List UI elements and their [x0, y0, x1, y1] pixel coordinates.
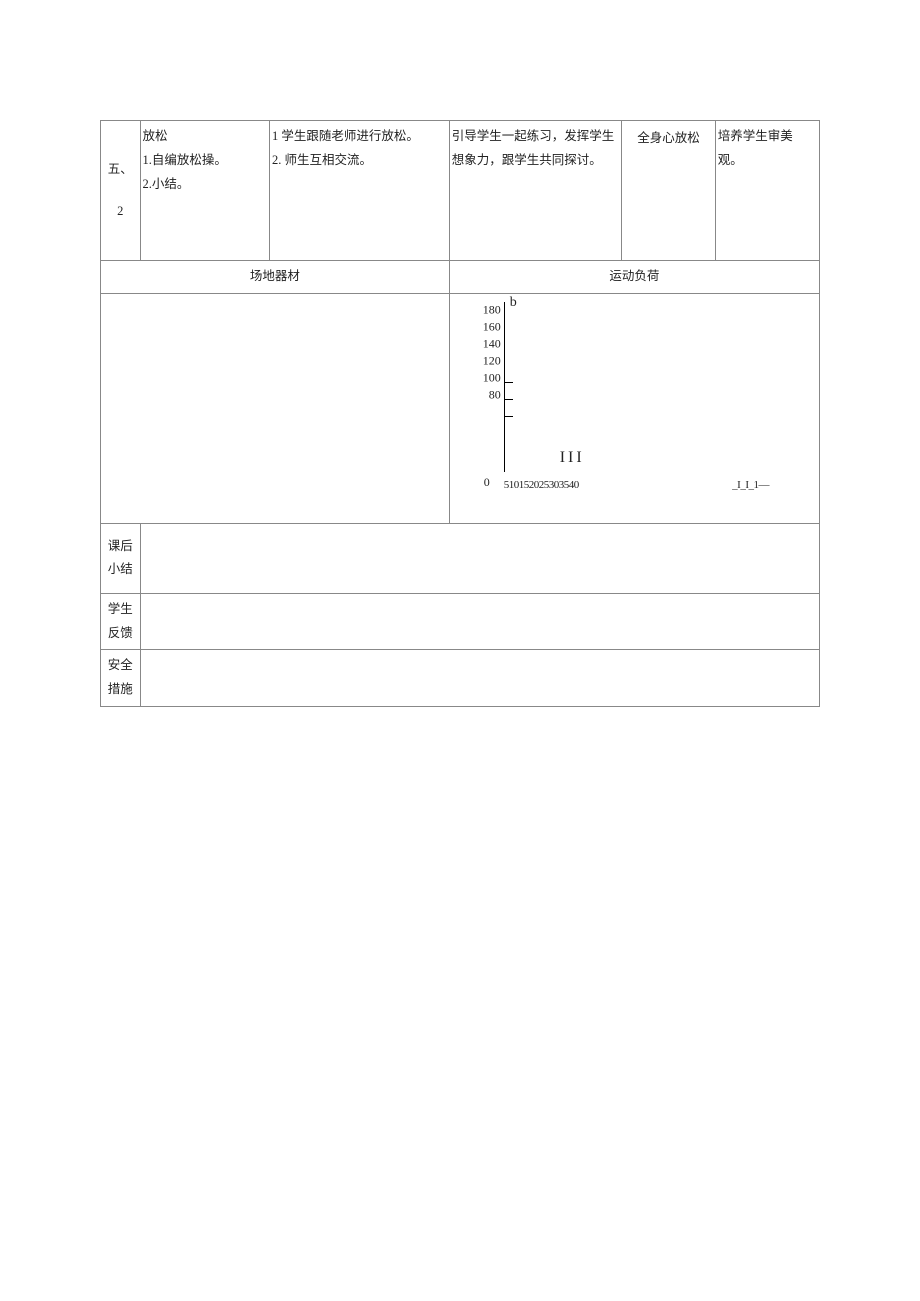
stage-count: 2 — [103, 200, 138, 224]
chart-annotation-right: _I_I_1— — [732, 475, 769, 496]
summary-label: 课后 小结 — [101, 523, 141, 593]
table-row: 五、 2 放松 1.自编放松操。 2.小结。 1 学生跟随老师进行放松。 2. … — [101, 121, 820, 261]
feedback-content-cell — [140, 593, 819, 650]
stage-number-cell: 五、 2 — [101, 121, 141, 261]
table-row: b 180 160 140 120 100 80 — [101, 293, 820, 523]
load-header: 运动负荷 — [449, 261, 819, 294]
load-chart: b 180 160 140 120 100 80 — [450, 294, 819, 494]
y-tick-label: 0 — [484, 471, 490, 494]
x-tick-label: 510152025303540 — [504, 475, 579, 496]
safety-label: 安全 措施 — [101, 650, 141, 707]
table-row: 课后 小结 — [101, 523, 820, 593]
content-cell: 放松 1.自编放松操。 2.小结。 — [140, 121, 269, 261]
stage-index: 五、 — [103, 158, 138, 182]
table-row: 学生 反馈 — [101, 593, 820, 650]
table-row: 安全 措施 — [101, 650, 820, 707]
tick-mark-icon — [505, 382, 513, 383]
table-row: 场地器材 运动负荷 — [101, 261, 820, 294]
load-chart-cell: b 180 160 140 120 100 80 — [449, 293, 819, 523]
equipment-content-cell — [101, 293, 450, 523]
x-axis-ticks: 510152025303540 _I_I_1— — [504, 475, 809, 496]
tick-mark-icon — [505, 399, 513, 400]
intensity-cell: 全身心放松 — [622, 121, 715, 261]
chart-axes: 180 160 140 120 100 80 — [504, 302, 809, 472]
student-activity-cell: 1 学生跟随老师进行放松。 2. 师生互相交流。 — [269, 121, 449, 261]
chart-annotation-roman: III — [560, 443, 585, 473]
summary-content-cell — [140, 523, 819, 593]
y-axis-ticks: 180 160 140 120 100 80 — [461, 302, 501, 472]
teacher-activity-cell: 引导学生一起练习，发挥学生想象力，跟学生共同探讨。 — [449, 121, 622, 261]
equipment-header: 场地器材 — [101, 261, 450, 294]
lesson-plan-page: 五、 2 放松 1.自编放松操。 2.小结。 1 学生跟随老师进行放松。 2. … — [0, 0, 920, 1301]
feedback-label: 学生 反馈 — [101, 593, 141, 650]
safety-content-cell — [140, 650, 819, 707]
tick-mark-icon — [505, 416, 513, 417]
lesson-plan-table: 五、 2 放松 1.自编放松操。 2.小结。 1 学生跟随老师进行放松。 2. … — [100, 120, 820, 707]
y-tick-label: 80 — [461, 383, 501, 406]
goal-cell: 培养学生审美观。 — [715, 121, 819, 261]
